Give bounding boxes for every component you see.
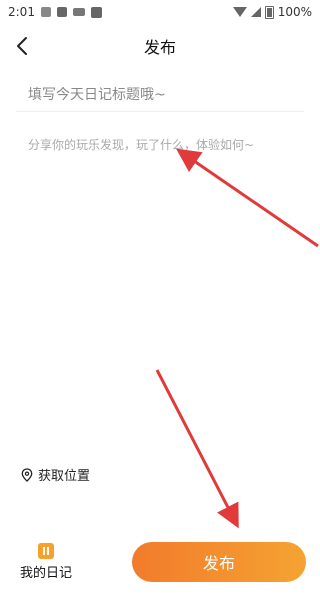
keyboard-icon — [72, 8, 85, 16]
status-right: 100% — [232, 5, 312, 19]
back-chevron-icon — [17, 37, 27, 55]
signal-icon — [250, 7, 261, 17]
get-location-button[interactable]: 获取位置 — [20, 465, 90, 484]
status-bar: 2:01 100% — [0, 0, 320, 24]
status-time: 2:01 — [8, 5, 35, 19]
app-notification-icon — [56, 7, 67, 17]
back-button[interactable] — [10, 32, 34, 60]
bottom-bar: 我的日记 发布 — [0, 536, 320, 590]
battery-icon — [264, 5, 274, 19]
location-pin-icon — [21, 467, 33, 482]
square-notification-icon — [90, 6, 102, 18]
diary-icon — [38, 543, 54, 559]
page-title: 发布 — [143, 38, 176, 57]
my-diary-label: 我的日记 — [19, 566, 72, 581]
my-diary-button[interactable]: 我的日记 — [16, 540, 76, 584]
publish-button[interactable]: 发布 — [132, 542, 306, 582]
notification-icon — [40, 7, 51, 17]
battery-level: 100% — [277, 5, 312, 19]
publish-button-label: 发布 — [202, 556, 235, 573]
top-nav: 发布 — [0, 24, 320, 68]
get-location-label: 获取位置 — [38, 469, 91, 484]
status-left: 2:01 — [8, 5, 102, 19]
content-input[interactable] — [16, 128, 304, 448]
wifi-icon — [232, 7, 247, 17]
title-input[interactable] — [16, 78, 304, 112]
